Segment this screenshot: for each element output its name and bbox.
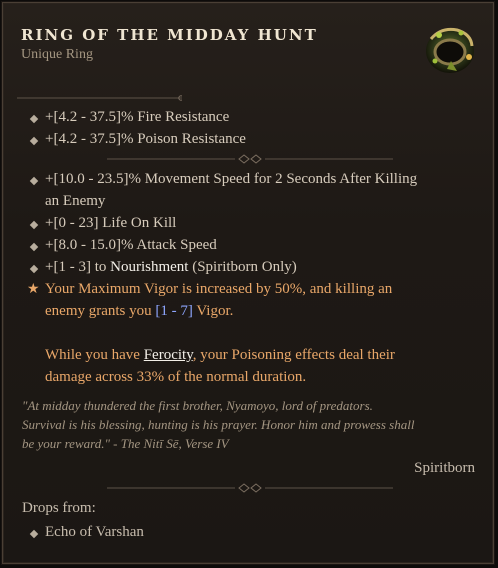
- affix-fire-resistance: +[4.2 - 37.5]% Fire Resistance: [45, 109, 230, 125]
- diamond-bullet-icon: [29, 529, 39, 539]
- unique-power-line3: While you have Ferocity, your Poisoning …: [45, 344, 395, 366]
- unique-power-line2: enemy grants you [1 - 7] Vigor.: [45, 300, 233, 322]
- drop-source-item[interactable]: Echo of Varshan: [45, 521, 144, 543]
- star-icon: ★: [27, 281, 40, 297]
- unique-power-line3-suffix: , your Poisoning effects deal their: [192, 347, 395, 363]
- flavor-line: Survival is his blessing, hunting is his…: [22, 417, 415, 432]
- nourishment-keyword[interactable]: Nourishment: [110, 259, 188, 275]
- unique-power-line3-prefix: While you have: [45, 347, 144, 363]
- stat-nourishment-prefix: +[1 - 3] to: [45, 259, 111, 275]
- stat-life-on-kill: +[0 - 23] Life On Kill: [45, 215, 177, 231]
- unique-power-line2-suffix: Vigor.: [192, 303, 234, 319]
- diamond-bullet-icon: [29, 220, 39, 230]
- item-type: Unique Ring: [21, 47, 93, 62]
- unique-power-line4: damage across 33% of the normal duration…: [45, 369, 307, 385]
- diamond-bullet-icon: [29, 176, 39, 186]
- flavor-line: be your reward." - The Nitī Sē, Verse IV: [22, 436, 229, 451]
- separator: [107, 482, 393, 494]
- separator: [107, 153, 393, 165]
- diamond-bullet-icon: [29, 114, 39, 124]
- stat-movement-speed: +[10.0 - 23.5]% Movement Speed for 2 Sec…: [45, 171, 418, 187]
- ferocity-link[interactable]: Ferocity: [144, 347, 193, 363]
- item-name: RING OF THE MIDDAY HUNT: [21, 26, 318, 44]
- unique-power-line1: Your Maximum Vigor is increased by 50%, …: [45, 281, 393, 297]
- class-requirement: Spiritborn: [414, 460, 475, 476]
- diamond-bullet-icon: [29, 136, 39, 146]
- vigor-range: [1 - 7]: [155, 303, 193, 319]
- stat-attack-speed: +[8.0 - 15.0]% Attack Speed: [45, 237, 217, 253]
- stat-movement-speed-cont: an Enemy: [45, 193, 106, 209]
- flavor-text: "At midday thundered the first brother, …: [22, 396, 487, 453]
- drops-from-label: Drops from:: [22, 500, 96, 516]
- diamond-bullet-icon: [29, 242, 39, 252]
- item-tooltip: RING OF THE MIDDAY HUNT Unique Ring +[4.…: [1, 1, 495, 565]
- ring-icon: [426, 27, 474, 73]
- separator: [17, 92, 182, 104]
- stat-nourishment: +[1 - 3] to Nourishment (Spiritborn Only…: [45, 256, 297, 278]
- flavor-line: "At midday thundered the first brother, …: [22, 398, 373, 413]
- stat-nourishment-suffix: (Spiritborn Only): [188, 259, 297, 275]
- diamond-bullet-icon: [29, 264, 39, 274]
- affix-poison-resistance: +[4.2 - 37.5]% Poison Resistance: [45, 131, 246, 147]
- unique-power-line2-prefix: enemy grants you: [45, 303, 156, 319]
